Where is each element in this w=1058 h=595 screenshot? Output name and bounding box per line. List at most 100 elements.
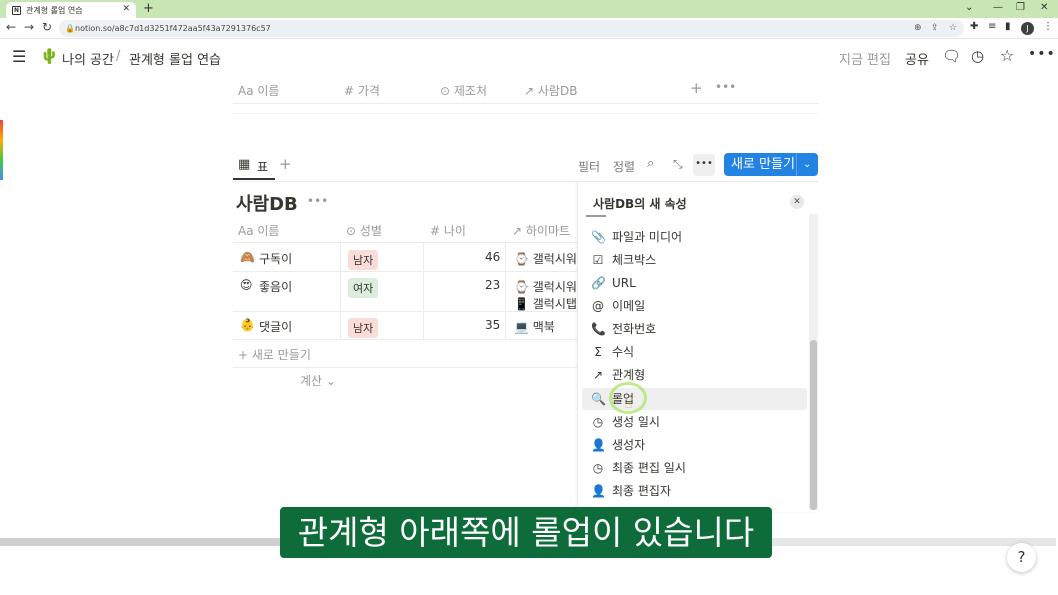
comments-icon[interactable]: 🗨 (942, 47, 961, 65)
address-bar-row: ← → ↻ 🔒 notion.so/a8c7d1d3251f472aa5f43a… (0, 18, 1058, 39)
notion-favicon-icon: N (12, 5, 21, 15)
panel-scrollbar-thumb[interactable] (810, 340, 817, 510)
db-title[interactable]: 사람DB (236, 190, 298, 216)
filter-button[interactable]: 필터 (578, 158, 600, 175)
expand-icon[interactable]: ⤡ (673, 157, 683, 172)
row-name[interactable]: 댓글이 (259, 318, 292, 335)
edited-status: 지금 편집 (839, 53, 891, 68)
upper-more-icon[interactable]: ••• (715, 80, 736, 94)
close-tab-icon[interactable]: ✕ (122, 4, 130, 14)
chevron-down-icon[interactable]: ⌄ (803, 153, 811, 176)
upper-col-price[interactable]: # 가격 (344, 82, 380, 99)
reading-list-icon[interactable]: ≡ (988, 21, 996, 32)
close-window-icon[interactable]: ✕ (1040, 2, 1048, 13)
tab-search-icon[interactable]: ⌄ (965, 2, 973, 13)
person-icon: 👤 (591, 438, 606, 452)
breadcrumb-page-title[interactable]: 관계형 롤업 연습 (129, 49, 221, 68)
horizontal-scrollbar[interactable] (0, 538, 280, 546)
property-type-relation[interactable]: ↗ 관계형 (582, 364, 807, 386)
age-value[interactable]: 46 (485, 250, 500, 264)
upper-col-maker[interactable]: ⊙ 제조처 (440, 82, 487, 99)
property-type-phone[interactable]: 📞 전화번호 (582, 318, 807, 340)
more-options-icon[interactable]: ••• (1028, 46, 1056, 62)
add-property-icon[interactable]: + (690, 79, 703, 97)
profile-avatar[interactable]: J (1021, 22, 1034, 35)
url-input[interactable]: 🔒 notion.so/a8c7d1d3251f472aa5f43a729137… (59, 20, 964, 37)
gender-tag[interactable]: 여자 (348, 278, 379, 298)
row-emoji: 🙈 (240, 250, 255, 264)
property-type-files[interactable]: 📎 파일과 미디어 (582, 226, 807, 248)
breadcrumb-separator: / (116, 49, 121, 64)
back-icon[interactable]: ← (6, 20, 16, 34)
view-tab-table[interactable]: 표 (257, 158, 268, 175)
row-divider (233, 367, 578, 368)
person-icon: 👤 (591, 484, 606, 498)
close-icon[interactable]: ✕ (790, 195, 804, 209)
divider (233, 113, 818, 114)
property-type-last-edited-by[interactable]: 👤 최종 편집자 (582, 480, 807, 502)
row-emoji: 😍 (240, 278, 253, 292)
sort-button[interactable]: 정렬 (613, 158, 635, 175)
help-button[interactable]: ? (1007, 543, 1036, 572)
property-type-created-by[interactable]: 👤 생성자 (582, 434, 807, 456)
property-type-checkbox[interactable]: ☑ 체크박스 (582, 249, 807, 271)
phone-icon: 📞 (591, 322, 606, 336)
col-header-age[interactable]: # 나이 (430, 222, 466, 239)
property-type-last-edited-time[interactable]: ◷ 최종 편집 일시 (582, 457, 807, 479)
upper-col-name[interactable]: Aa 이름 (238, 82, 279, 99)
panel-title: 사람DB의 새 속성 (593, 197, 687, 211)
minimize-icon[interactable]: — (993, 2, 1003, 13)
extensions-icon[interactable]: ✚ (970, 21, 978, 32)
add-view-icon[interactable]: + (279, 155, 292, 173)
clock-icon: ◷ (592, 415, 604, 429)
relation-link[interactable]: ⌚ 갤럭시워 (514, 250, 578, 267)
col-header-name[interactable]: Aa 이름 (238, 222, 279, 239)
relation-link[interactable]: 💻 맥북 (514, 318, 578, 335)
view-more-icon[interactable]: ••• (693, 154, 715, 176)
restore-icon[interactable]: ❐ (1016, 2, 1025, 13)
row-divider (233, 271, 578, 272)
favorite-star-icon[interactable]: ☆ (1000, 46, 1014, 65)
property-type-formula[interactable]: Σ 수식 (582, 341, 807, 363)
row-name[interactable]: 구독이 (259, 250, 292, 267)
zoom-icon[interactable]: ⊕ (914, 20, 922, 37)
checkbox-icon: ☑ (592, 253, 604, 267)
breadcrumb-workspace[interactable]: 나의 공간 (62, 49, 114, 68)
forward-icon[interactable]: → (24, 20, 34, 34)
search-icon[interactable]: ⌕ (647, 156, 654, 171)
col-divider (340, 242, 341, 339)
age-value[interactable]: 23 (485, 278, 500, 292)
divider (233, 103, 818, 104)
button-divider (796, 153, 797, 176)
gender-tag[interactable]: 남자 (348, 318, 379, 338)
browser-menu-icon[interactable]: ⋮ (1043, 21, 1053, 32)
row-name[interactable]: 좋음이 (259, 278, 292, 295)
updates-clock-icon[interactable]: ◷ (971, 47, 984, 65)
share-button[interactable]: 공유 (905, 49, 929, 68)
bookmark-star-icon[interactable]: ☆ (949, 20, 957, 37)
url-text: notion.so/a8c7d1d3251f472aa5f43a7291376c… (75, 24, 271, 33)
relation-link[interactable]: ⌚ 갤럭시워 (514, 278, 578, 295)
db-title-more-icon[interactable]: ••• (307, 194, 328, 208)
property-type-url[interactable]: 🔗 URL (582, 272, 807, 294)
sidebar-menu-icon[interactable]: ☰ (12, 47, 26, 66)
property-type-email[interactable]: @ 이메일 (582, 295, 807, 317)
sigma-icon: Σ (594, 345, 602, 359)
property-type-created-time[interactable]: ◷ 생성 일시 (582, 411, 807, 433)
side-panel-icon[interactable]: ▮ (1005, 21, 1011, 32)
add-row-button[interactable]: + 새로 만들기 (238, 346, 311, 363)
active-tab-underline (233, 178, 275, 180)
relation-link[interactable]: 📱 갤럭시탭 (514, 295, 578, 312)
share-page-icon[interactable]: ⇪ (931, 20, 939, 37)
col-header-himart[interactable]: ↗ 하이마트 (512, 222, 570, 239)
hand-cursor-icon: ☝ (625, 397, 633, 411)
new-tab-button[interactable]: + (143, 1, 154, 16)
col-header-gender[interactable]: ⊙ 성별 (346, 222, 382, 239)
upper-col-people[interactable]: ↗ 사람DB (524, 82, 577, 99)
gender-tag[interactable]: 남자 (348, 250, 379, 270)
reload-icon[interactable]: ↻ (42, 20, 52, 34)
new-item-button[interactable]: 새로 만들기 ⌄ (724, 153, 818, 176)
browser-tab[interactable]: N 관계형 롤업 연습 ✕ (6, 2, 136, 18)
age-value[interactable]: 35 (485, 318, 500, 332)
calculate-button[interactable]: 계산 ⌄ (300, 372, 336, 389)
